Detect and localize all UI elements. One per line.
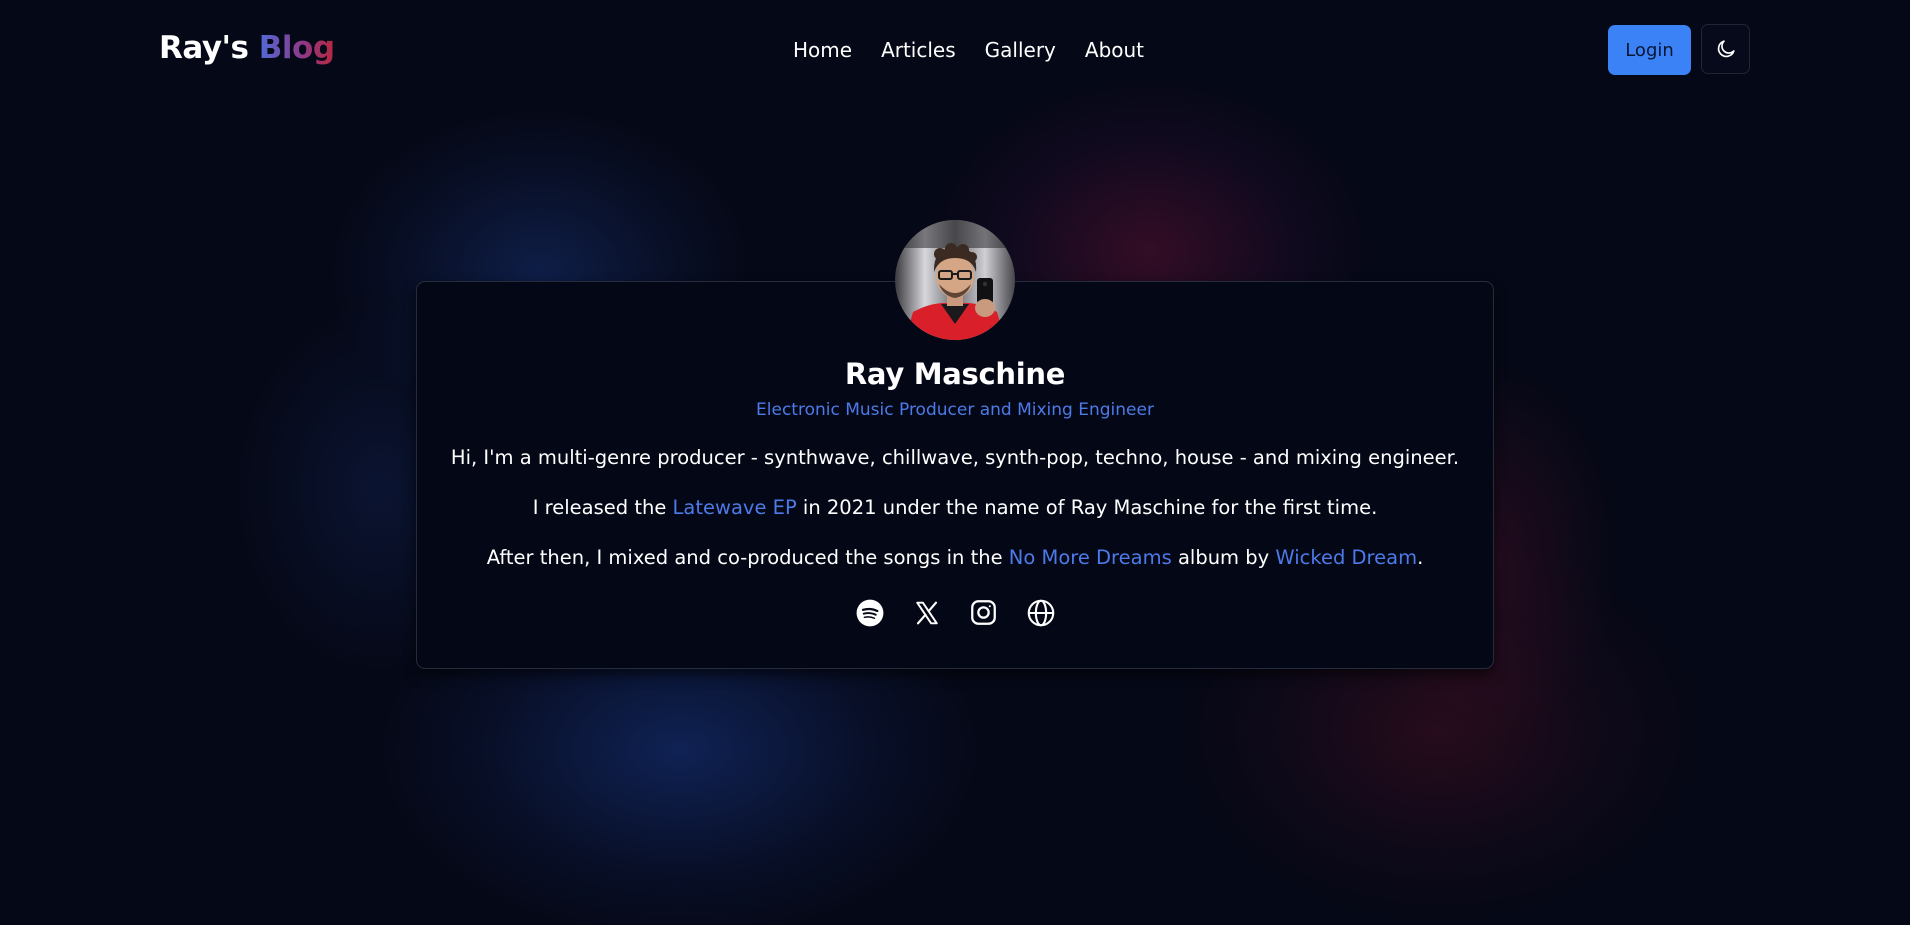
nav-articles[interactable]: Articles [881, 38, 956, 62]
logo-text-first: Ray's [159, 30, 249, 66]
bio-text: I released the [532, 496, 673, 519]
main-nav: Home Articles Gallery About [793, 38, 1144, 62]
bio-text: After then, I mixed and co-produced the … [486, 546, 1009, 569]
no-more-dreams-link[interactable]: No More Dreams [1009, 546, 1172, 569]
bio-text: album by [1171, 546, 1276, 569]
bio-paragraph-3: After then, I mixed and co-produced the … [417, 546, 1493, 569]
x-link[interactable] [912, 598, 941, 627]
page: Ray's Blog Home Articles Gallery About L… [0, 0, 1910, 925]
nav-about[interactable]: About [1085, 38, 1144, 62]
website-link[interactable] [1026, 598, 1055, 627]
bio-text: in 2021 under the name of Ray Maschine f… [796, 496, 1378, 519]
spotify-icon [856, 599, 883, 626]
social-links [417, 598, 1493, 627]
moon-icon [1717, 40, 1735, 58]
profile-name: Ray Maschine [844, 357, 1066, 391]
instagram-link[interactable] [969, 598, 998, 627]
nav-home[interactable]: Home [793, 38, 852, 62]
logo-text-second: Blog [258, 30, 335, 66]
x-icon [915, 601, 938, 624]
wicked-dream-link[interactable]: Wicked Dream [1275, 546, 1417, 569]
login-button[interactable]: Login [1608, 25, 1691, 75]
theme-toggle-button[interactable] [1701, 24, 1750, 74]
instagram-icon [971, 600, 996, 625]
site-logo[interactable]: Ray's Blog [159, 30, 335, 66]
bio-paragraph-1: Hi, I'm a multi-genre producer - synthwa… [450, 446, 1460, 469]
profile-subtitle: Electronic Music Producer and Mixing Eng… [756, 400, 1154, 420]
spotify-link[interactable] [855, 598, 884, 627]
avatar [895, 220, 1015, 340]
bio-text: . [1417, 546, 1424, 569]
site-header: Ray's Blog Home Articles Gallery About L… [0, 0, 1910, 102]
bio-paragraph-2: I released the Latewave EP in 2021 under… [417, 496, 1493, 519]
latewave-ep-link[interactable]: Latewave EP [673, 496, 797, 519]
avatar-image [895, 220, 1015, 340]
globe-icon [1027, 599, 1054, 626]
nav-gallery[interactable]: Gallery [985, 38, 1056, 62]
